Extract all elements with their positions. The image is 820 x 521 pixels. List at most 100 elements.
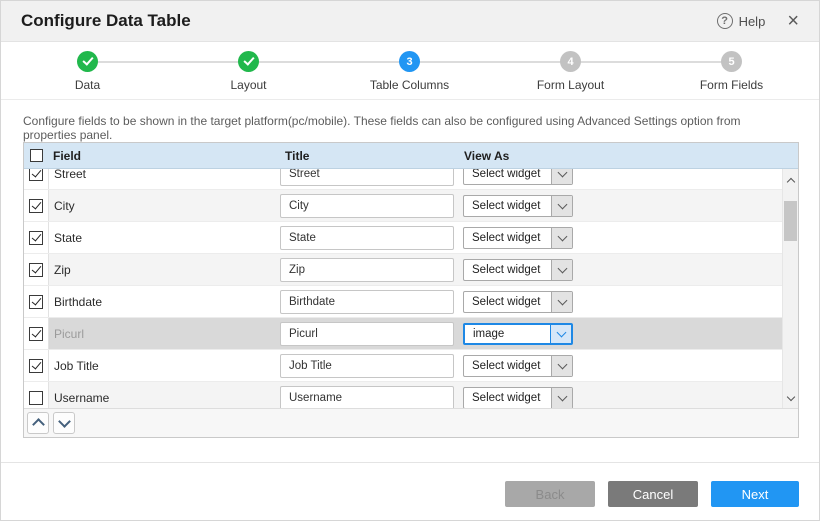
title-cell: [280, 254, 463, 285]
vertical-scrollbar[interactable]: [782, 169, 798, 408]
scroll-up-icon[interactable]: [783, 173, 798, 189]
chevron-down-icon[interactable]: [551, 260, 572, 280]
widget-dropdown[interactable]: Select widget: [463, 355, 573, 377]
chevron-down-icon[interactable]: [551, 196, 572, 216]
checkbox-cell: [24, 190, 49, 221]
header-view-as: View As: [462, 149, 798, 163]
widget-dropdown[interactable]: Select widget: [463, 387, 573, 409]
title-input[interactable]: [280, 354, 454, 378]
step-label: Layout: [230, 78, 266, 92]
table-row-picurl[interactable]: Picurl image: [24, 318, 782, 350]
chevron-down-icon: [58, 415, 71, 428]
close-icon[interactable]: [781, 13, 799, 29]
field-cell: City: [49, 190, 280, 221]
table-row-street[interactable]: Street Select widget: [24, 169, 782, 190]
widget-dropdown[interactable]: Select widget: [463, 291, 573, 313]
row-checkbox[interactable]: [29, 169, 43, 181]
title-input[interactable]: [280, 169, 454, 186]
widget-dropdown-value: Select widget: [464, 196, 551, 216]
titlebar-actions: Help: [717, 13, 799, 29]
chevron-down-icon[interactable]: [551, 169, 572, 184]
chevron-down-icon[interactable]: [551, 388, 572, 408]
step-data[interactable]: Data: [7, 51, 168, 92]
help-label[interactable]: Help: [739, 14, 766, 29]
title-input[interactable]: [280, 258, 454, 282]
help-button[interactable]: Help: [717, 13, 766, 29]
row-checkbox[interactable]: [29, 263, 43, 277]
title-cell: [280, 318, 463, 349]
widget-dropdown[interactable]: Select widget: [463, 169, 573, 185]
help-icon[interactable]: [717, 13, 733, 29]
field-cell: Street: [49, 169, 280, 189]
select-all-checkbox[interactable]: [30, 149, 43, 162]
table-row-birthdate[interactable]: Birthdate Select widget: [24, 286, 782, 318]
step-circle-pending: 5: [721, 51, 742, 72]
step-label: Form Fields: [700, 78, 763, 92]
table-row-city[interactable]: City Select widget: [24, 190, 782, 222]
step-layout[interactable]: Layout: [168, 51, 329, 92]
widget-dropdown-value: Select widget: [464, 169, 551, 184]
table-row-username[interactable]: Username Select widget: [24, 382, 782, 410]
title-input[interactable]: [280, 386, 454, 410]
widget-dropdown[interactable]: Select widget: [463, 227, 573, 249]
chevron-down-icon[interactable]: [551, 356, 572, 376]
checkbox-cell: [24, 286, 49, 317]
row-checkbox[interactable]: [29, 295, 43, 309]
scroll-down-icon[interactable]: [783, 390, 798, 406]
step-circle-active: 3: [399, 51, 420, 72]
row-checkbox[interactable]: [29, 359, 43, 373]
widget-dropdown-value: Select widget: [464, 292, 551, 312]
title-cell: [280, 222, 463, 253]
checkbox-cell: [24, 222, 49, 253]
chevron-up-icon: [32, 418, 45, 431]
widget-dropdown[interactable]: Select widget: [463, 195, 573, 217]
title-input[interactable]: [280, 322, 454, 346]
viewas-cell: Select widget: [463, 382, 782, 410]
table-row-state[interactable]: State Select widget: [24, 222, 782, 254]
table-row-job-title[interactable]: Job Title Select widget: [24, 350, 782, 382]
title-input[interactable]: [280, 194, 454, 218]
widget-dropdown-value: Select widget: [464, 228, 551, 248]
row-checkbox[interactable]: [29, 327, 43, 341]
step-form-fields[interactable]: 5 Form Fields: [651, 51, 812, 92]
row-checkbox[interactable]: [29, 231, 43, 245]
check-icon: [82, 54, 93, 65]
row-checkbox[interactable]: [29, 199, 43, 213]
chevron-down-icon[interactable]: [551, 228, 572, 248]
title-cell: [280, 350, 463, 381]
chevron-down-icon[interactable]: [551, 292, 572, 312]
checkbox-cell: [24, 169, 49, 189]
row-checkbox[interactable]: [29, 391, 43, 405]
move-row-up-button[interactable]: [27, 412, 49, 434]
back-button[interactable]: Back: [505, 481, 595, 507]
step-form-layout[interactable]: 4 Form Layout: [490, 51, 651, 92]
configure-data-table-dialog: Configure Data Table Help Data: [0, 0, 820, 521]
cancel-button[interactable]: Cancel: [608, 481, 698, 507]
description-text: Configure fields to be shown in the targ…: [23, 114, 797, 142]
viewas-cell: Select widget: [463, 350, 782, 381]
table-row-zip[interactable]: Zip Select widget: [24, 254, 782, 286]
header-checkbox-cell: [24, 143, 48, 168]
next-button[interactable]: Next: [711, 481, 799, 507]
checkbox-cell: [24, 350, 49, 381]
check-icon: [243, 54, 254, 65]
move-row-down-button[interactable]: [53, 412, 75, 434]
chevron-down-icon[interactable]: [550, 325, 571, 343]
step-table-columns[interactable]: 3 Table Columns: [329, 51, 490, 92]
title-cell: [280, 286, 463, 317]
field-label: State: [54, 231, 82, 245]
field-cell: State: [49, 222, 280, 253]
title-input[interactable]: [280, 226, 454, 250]
title-input[interactable]: [280, 290, 454, 314]
title-bar: Configure Data Table Help: [1, 1, 819, 42]
checkbox-cell: [24, 382, 49, 410]
title-cell: [280, 169, 463, 189]
table-header: Field Title View As: [24, 143, 798, 169]
widget-dropdown[interactable]: Select widget: [463, 259, 573, 281]
scrollbar-thumb[interactable]: [784, 201, 797, 241]
step-circle-done: [77, 51, 98, 72]
widget-dropdown-active[interactable]: image: [463, 323, 573, 345]
divider: [1, 462, 819, 463]
action-buttons: Back Cancel Next: [505, 481, 799, 507]
field-cell: Job Title: [49, 350, 280, 381]
